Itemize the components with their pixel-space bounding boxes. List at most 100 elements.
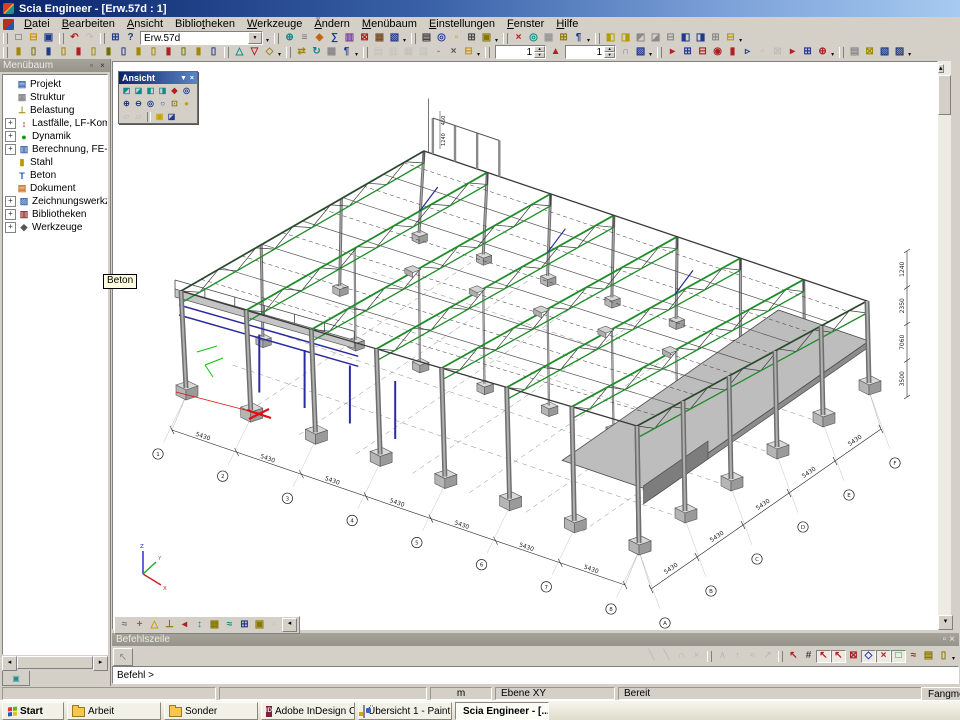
member-8-icon[interactable]: ▯ <box>116 46 131 59</box>
command-input[interactable]: Befehl > <box>112 666 959 684</box>
view-yz-icon[interactable]: ◧ <box>145 85 156 96</box>
ansicht-palette-header[interactable]: Ansicht ▼ × <box>119 72 197 84</box>
view-xz-icon[interactable]: ◪ <box>133 85 144 96</box>
storey-icon[interactable]: ▲ <box>548 46 563 59</box>
render2-icon[interactable]: ▣ <box>252 619 267 632</box>
tree-item-werkzeuge[interactable]: +◆Werkzeuge <box>5 221 107 234</box>
moment-icon[interactable]: ◉ <box>710 46 725 59</box>
expand-icon[interactable]: + <box>5 118 16 129</box>
disp-2-icon[interactable]: ⊠ <box>862 46 877 59</box>
task-button-adobeindesig[interactable]: IDAdobe InDesign C... <box>261 702 355 720</box>
beam-icon[interactable]: ▯ <box>26 46 41 59</box>
escape-cursor-button[interactable]: ↖ <box>113 648 133 666</box>
menu-datei[interactable]: Datei <box>18 17 56 31</box>
zoom-doc-icon[interactable]: ◎ <box>526 32 541 45</box>
status-plane[interactable]: Ebene XY <box>495 687 615 700</box>
view-6-icon[interactable]: ◧ <box>678 32 693 45</box>
scroll-thumb[interactable] <box>17 656 93 669</box>
menu-werkzeuge[interactable]: Werkzeuge <box>241 17 308 31</box>
menu-bibliotheken[interactable]: Bibliotheken <box>169 17 241 31</box>
vscroll-thumb[interactable] <box>938 75 951 115</box>
table-icon[interactable]: ▦ <box>372 32 387 45</box>
layers-icon[interactable]: ≡ <box>297 32 312 45</box>
menu-ansicht[interactable]: Ansicht <box>121 17 169 31</box>
column-icon[interactable]: ▮ <box>11 46 26 59</box>
calculator-icon[interactable]: ⊞ <box>464 32 479 45</box>
start-button[interactable]: Start <box>2 702 64 720</box>
menu-einstellungen[interactable]: Einstellungen <box>423 17 501 31</box>
document-icon[interactable]: ▫ <box>449 32 464 45</box>
palette-close-icon[interactable]: × <box>190 75 194 82</box>
palette-dropdown-icon[interactable]: ▼ <box>180 75 187 82</box>
toolbar-overflow-icon[interactable]: ▾ <box>477 51 480 58</box>
zoom-in-icon[interactable]: ⊕ <box>121 98 132 109</box>
pencil-icon[interactable]: + <box>132 619 147 632</box>
toolbar-overflow-icon[interactable]: ▾ <box>495 37 498 44</box>
view-5-icon[interactable]: ⊟ <box>663 32 678 45</box>
expand-icon[interactable]: + <box>5 196 16 207</box>
wave-icon[interactable]: ≈ <box>222 619 237 632</box>
hinge-icon[interactable]: ◇ <box>262 46 277 59</box>
open-icon[interactable]: ⊟ <box>26 32 41 45</box>
cmd-close-icon[interactable]: × <box>949 634 955 645</box>
rotate-icon[interactable]: ↻ <box>309 46 324 59</box>
roof-icon[interactable]: ∩ <box>618 46 633 59</box>
zoom-selection-icon[interactable]: ⊡ <box>169 98 180 109</box>
layer-grid-icon[interactable]: ▧ <box>633 46 648 59</box>
save-icon[interactable]: ▣ <box>41 32 56 45</box>
link-icon[interactable]: ≈ <box>117 619 132 632</box>
toolbar-overflow-icon[interactable]: ▾ <box>649 51 652 58</box>
scroll-left-icon[interactable]: ◂ <box>2 656 17 671</box>
snap-cross-icon[interactable]: × <box>876 650 891 663</box>
close-icon[interactable]: × <box>98 61 107 70</box>
cut-icon[interactable]: × <box>511 32 526 45</box>
folder2-icon[interactable]: ⊟ <box>461 46 476 59</box>
expand-icon[interactable]: + <box>5 222 16 233</box>
mirror-icon[interactable]: ▦ <box>324 46 339 59</box>
temp-load-icon[interactable]: ▮ <box>725 46 740 59</box>
cursor-snap-icon[interactable]: ↖ <box>786 650 801 663</box>
disp-3-icon[interactable]: ▧ <box>877 46 892 59</box>
toolbar-overflow-icon[interactable]: ▾ <box>587 37 590 44</box>
expand-icon[interactable]: + <box>5 131 16 142</box>
menu-menbaum[interactable]: Menübaum <box>356 17 423 31</box>
mesh-icon[interactable]: ⊞ <box>556 32 571 45</box>
light-icon[interactable]: ● <box>181 98 192 109</box>
snap-modes-button[interactable]: Fangmodi <box>921 687 960 701</box>
tree-item-berechnung--fe-netz[interactable]: +▥Berechnung, FE-Netz <box>5 143 107 156</box>
view-9-icon[interactable]: ⊟ <box>723 32 738 45</box>
member-13-icon[interactable]: ▮ <box>191 46 206 59</box>
expand-icon[interactable]: + <box>5 144 16 155</box>
toolbar-overflow-icon[interactable]: ▾ <box>952 655 955 662</box>
toolbar-overflow-icon[interactable]: ▾ <box>403 37 406 44</box>
view-7-icon[interactable]: ◨ <box>693 32 708 45</box>
level-spinner[interactable]: 1▲▼ <box>495 45 546 59</box>
member-10-icon[interactable]: ▯ <box>146 46 161 59</box>
view-axo-icon[interactable]: ◩ <box>121 85 132 96</box>
tree-item-projekt[interactable]: ▤Projekt <box>5 78 107 91</box>
toolbar-overflow-icon[interactable]: ▾ <box>831 51 834 58</box>
point-load-icon[interactable]: ▸ <box>665 46 680 59</box>
rafter-icon[interactable]: ▮ <box>41 46 56 59</box>
node-icon[interactable]: △ <box>232 46 247 59</box>
clipboard-icon[interactable]: ▥ <box>342 32 357 45</box>
menu-ndern[interactable]: Ändern <box>308 17 355 31</box>
load-9-icon[interactable]: ▸ <box>785 46 800 59</box>
view-xy-icon[interactable]: ◨ <box>157 85 168 96</box>
mdi-child-icon[interactable] <box>3 19 14 30</box>
view-2-icon[interactable]: ◨ <box>618 32 633 45</box>
snap-ortho-icon[interactable]: ◇ <box>861 650 876 663</box>
combo-dropdown-icon[interactable]: ▼ <box>248 32 262 44</box>
free-load-icon[interactable]: ▹ <box>740 46 755 59</box>
window2-icon[interactable]: ⊞ <box>237 619 252 632</box>
snap-poly-icon[interactable]: □ <box>891 650 906 663</box>
member-11-icon[interactable]: ▮ <box>161 46 176 59</box>
swap-icon[interactable]: ↕ <box>192 619 207 632</box>
expand-icon[interactable]: + <box>5 209 16 220</box>
member-14-icon[interactable]: ▯ <box>206 46 221 59</box>
scroll-right-icon[interactable]: ▸ <box>93 656 108 671</box>
toolbar-overflow-icon[interactable]: ▾ <box>266 37 269 44</box>
tree-hscrollbar[interactable]: ◂ ▸ <box>2 656 108 669</box>
snap-curve-icon[interactable]: ≈ <box>906 650 921 663</box>
tree-item-dokument[interactable]: ▤Dokument <box>5 182 107 195</box>
